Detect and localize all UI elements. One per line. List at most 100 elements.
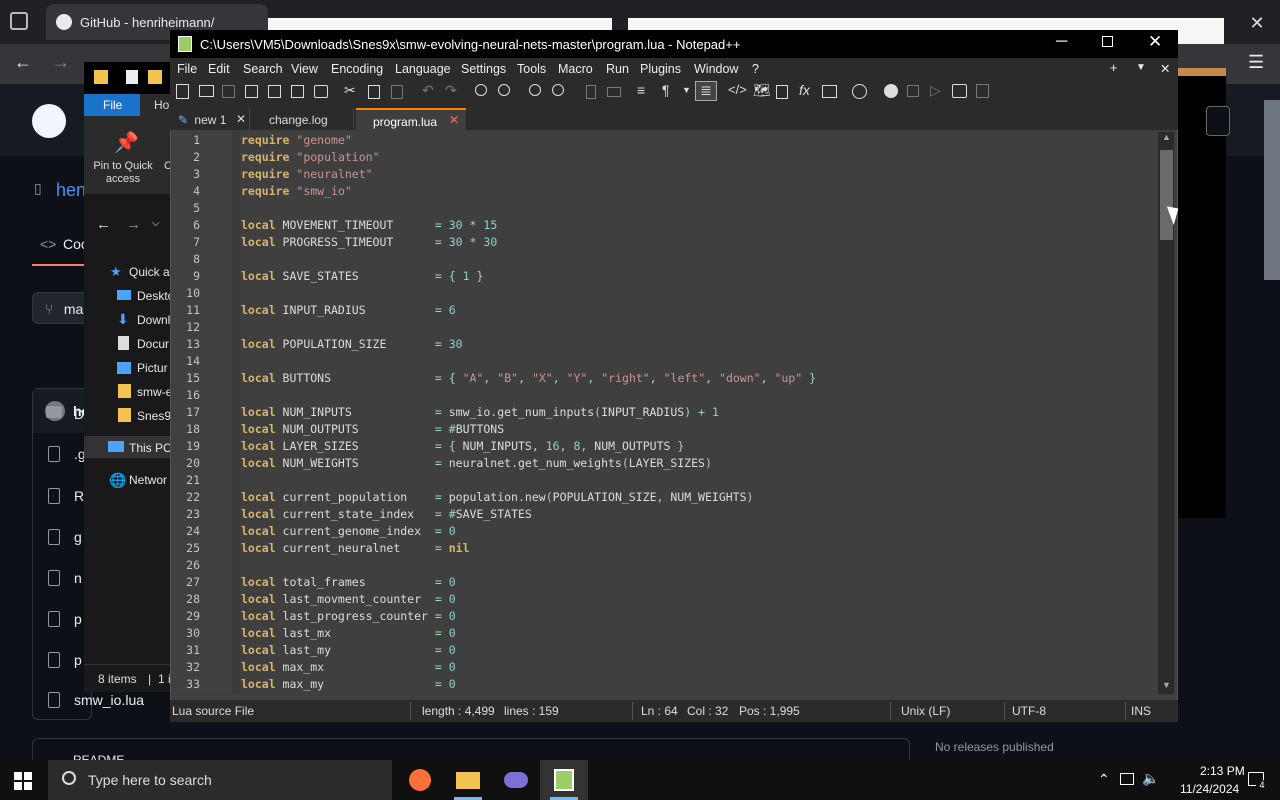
file-row-name[interactable]: p bbox=[74, 611, 82, 627]
menu-settings[interactable]: Settings bbox=[461, 62, 506, 76]
github-logo-icon[interactable] bbox=[32, 104, 66, 138]
status-eol[interactable]: Unix (LF) bbox=[901, 704, 950, 718]
file-row-name[interactable]: R bbox=[74, 488, 84, 504]
indent-guide-icon[interactable]: ≣ bbox=[695, 81, 717, 101]
taskbar-app[interactable] bbox=[492, 760, 540, 800]
back-arrow-icon[interactable]: ← bbox=[14, 52, 32, 73]
sync-horizontal-icon[interactable] bbox=[607, 87, 621, 97]
menu-edit[interactable]: Edit bbox=[208, 62, 230, 76]
taskbar-notepadpp[interactable] bbox=[540, 760, 588, 800]
cut-icon[interactable]: ✂ bbox=[344, 82, 356, 99]
doc-list-icon[interactable] bbox=[776, 85, 788, 99]
menu-language[interactable]: Language bbox=[395, 62, 451, 76]
tab-new1[interactable]: ✎ new 1 ✕ bbox=[174, 108, 250, 130]
clock-date[interactable]: 11/24/2024 bbox=[1180, 782, 1239, 796]
tab-changelog[interactable]: change.log bbox=[258, 108, 354, 130]
tab-list-icon[interactable]: ▼ bbox=[1136, 62, 1146, 73]
print-icon[interactable] bbox=[314, 85, 328, 98]
minimize-icon[interactable]: ─ bbox=[1056, 33, 1067, 51]
paste-icon[interactable] bbox=[391, 85, 403, 99]
menu-search[interactable]: Search bbox=[243, 62, 283, 76]
status-encoding[interactable]: UTF-8 bbox=[1012, 704, 1046, 718]
menu-file[interactable]: File bbox=[177, 62, 197, 76]
copy-icon[interactable] bbox=[368, 85, 380, 99]
pin-quick-access-button[interactable]: Pin to Quick access bbox=[90, 160, 156, 186]
tree-item-smw[interactable]: smw-e bbox=[137, 385, 172, 399]
find-icon[interactable] bbox=[475, 84, 487, 96]
taskbar-firefox[interactable] bbox=[396, 760, 444, 800]
open-file-icon[interactable] bbox=[199, 85, 214, 97]
maximize-icon[interactable] bbox=[1102, 36, 1113, 47]
volume-icon[interactable]: 🔈 bbox=[1142, 770, 1159, 787]
forward-arrow-icon[interactable]: → bbox=[52, 52, 70, 73]
file-row-name[interactable]: D bbox=[74, 406, 84, 422]
undo-icon[interactable]: ↶ bbox=[422, 82, 434, 99]
browser-scrollbar[interactable] bbox=[1264, 100, 1280, 280]
new-folder-icon[interactable] bbox=[148, 70, 162, 84]
menu-run[interactable]: Run bbox=[606, 62, 629, 76]
close-icon[interactable]: ✕ bbox=[1148, 32, 1162, 52]
add-tab-icon[interactable]: + bbox=[1110, 61, 1117, 75]
tree-item-pictures[interactable]: Pictur bbox=[137, 361, 168, 375]
chevron-up-icon[interactable]: ⌃ bbox=[1098, 771, 1110, 788]
tab-close-icon[interactable]: ✕ bbox=[449, 113, 459, 127]
scroll-thumb[interactable] bbox=[1160, 150, 1173, 240]
close-document-icon[interactable]: ✕ bbox=[1160, 61, 1170, 76]
tree-item-desktop[interactable]: Deskto bbox=[137, 289, 174, 303]
tree-item-this-pc[interactable]: This PC bbox=[129, 441, 172, 455]
forward-arrow-icon[interactable]: → bbox=[126, 216, 141, 233]
tree-item-documents[interactable]: Docur bbox=[137, 337, 169, 351]
file-row-name[interactable]: n bbox=[74, 570, 82, 586]
taskbar-explorer[interactable] bbox=[444, 760, 492, 800]
explorer-file-tab[interactable]: File bbox=[84, 94, 140, 116]
properties-icon[interactable] bbox=[126, 70, 138, 84]
save-all-icon[interactable] bbox=[245, 85, 258, 98]
play-macro-icon[interactable]: ▷ bbox=[930, 82, 941, 99]
chevron-down-icon[interactable]: ⌵ bbox=[152, 218, 160, 229]
udl-icon[interactable]: </> bbox=[728, 82, 747, 97]
word-wrap-icon[interactable]: ≡ bbox=[637, 82, 645, 98]
tab-close-icon[interactable]: ✕ bbox=[236, 112, 246, 126]
explorer-home-tab[interactable]: Ho bbox=[154, 98, 169, 112]
sync-vertical-icon[interactable] bbox=[586, 85, 596, 99]
stop-macro-icon[interactable] bbox=[907, 85, 919, 97]
menu-macro[interactable]: Macro bbox=[558, 62, 593, 76]
menu-encoding[interactable]: Encoding bbox=[331, 62, 383, 76]
menu-window[interactable]: Window bbox=[694, 62, 738, 76]
emulator-input-box[interactable] bbox=[1206, 106, 1230, 136]
browser-close-icon[interactable]: ✕ bbox=[1244, 10, 1270, 36]
save-icon[interactable] bbox=[222, 85, 235, 98]
function-list-icon[interactable]: fx bbox=[799, 82, 810, 98]
folder-workspace-icon[interactable] bbox=[822, 85, 837, 98]
file-row-name[interactable]: g bbox=[74, 529, 82, 545]
menu-tools[interactable]: Tools bbox=[517, 62, 546, 76]
scroll-down-icon[interactable]: ▼ bbox=[1162, 680, 1171, 690]
file-row-smw-io[interactable]: smw_io.lua bbox=[74, 692, 144, 708]
network-icon[interactable] bbox=[1120, 773, 1134, 785]
windows-start-icon[interactable] bbox=[14, 772, 32, 790]
tab-actions-icon[interactable] bbox=[10, 12, 28, 30]
zoom-out-icon[interactable] bbox=[552, 84, 564, 96]
tree-item-downloads[interactable]: Downl bbox=[137, 313, 170, 327]
show-all-chars-icon[interactable]: ¶ bbox=[662, 82, 670, 98]
branch-selector[interactable]: ⑂ ma bbox=[32, 292, 92, 324]
save-macro-icon[interactable] bbox=[976, 84, 989, 98]
close-file-icon[interactable] bbox=[268, 85, 281, 98]
browser-menu-icon[interactable]: ☰ bbox=[1248, 52, 1264, 73]
play-multiple-icon[interactable] bbox=[952, 84, 967, 98]
monitoring-icon[interactable] bbox=[852, 84, 867, 99]
doc-map-icon[interactable]: 🗺 bbox=[753, 82, 771, 99]
taskbar-search[interactable]: Type here to search bbox=[48, 760, 392, 800]
new-file-icon[interactable] bbox=[176, 84, 189, 99]
clock-time[interactable]: 2:13 PM bbox=[1200, 764, 1245, 778]
tree-item-quick-access[interactable]: Quick a bbox=[129, 265, 170, 279]
zoom-in-icon[interactable] bbox=[529, 84, 541, 96]
menu-help[interactable]: ? bbox=[752, 62, 759, 76]
close-all-icon[interactable] bbox=[291, 85, 304, 98]
redo-icon[interactable]: ↷ bbox=[445, 82, 457, 99]
repo-owner-link[interactable]: hen bbox=[56, 180, 86, 201]
menu-view[interactable]: View bbox=[291, 62, 318, 76]
menu-plugins[interactable]: Plugins bbox=[640, 62, 681, 76]
tree-item-network[interactable]: Networ bbox=[129, 473, 167, 487]
tab-program-lua[interactable]: program.lua ✕ bbox=[356, 108, 466, 130]
